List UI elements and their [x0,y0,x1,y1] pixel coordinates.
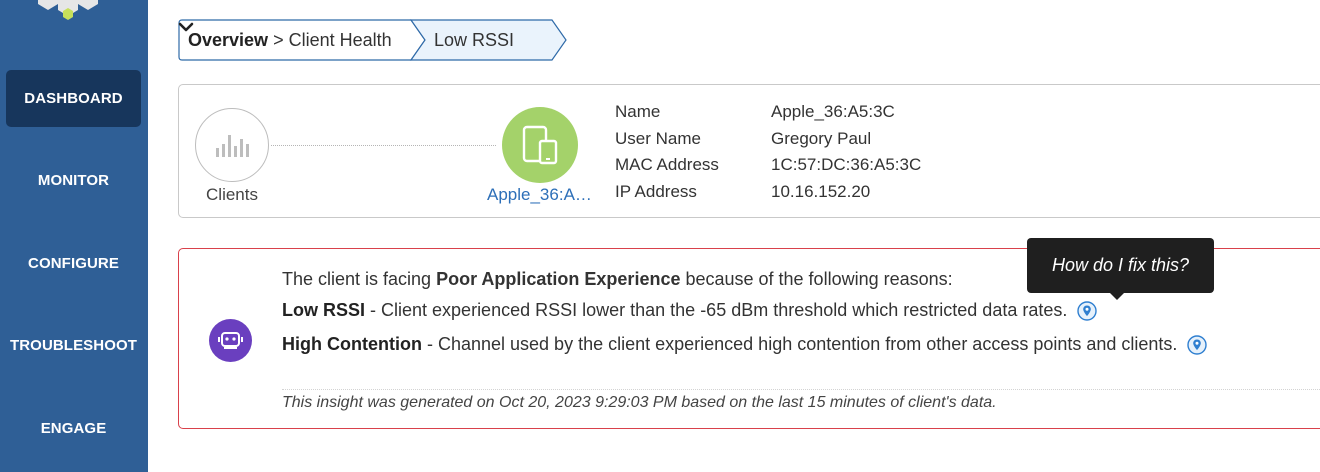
info-value-ip: 10.16.152.20 [771,182,871,201]
reason-dash: - [365,300,382,320]
chevron-down-icon[interactable] [178,19,194,35]
connector-line [271,145,496,146]
breadcrumb-separator: > [273,30,284,50]
sidebar: DASHBOARD MONITOR CONFIGURE TROUBLESHOOT… [0,0,148,472]
reason-title: High Contention [282,334,422,354]
nav-monitor[interactable]: MONITOR [6,152,141,209]
divider [282,389,1320,390]
robot-icon [218,332,243,349]
intro-bold: Poor Application Experience [436,269,681,289]
info-label-name: Name [615,102,661,121]
reason-dash: - [421,334,438,354]
logo-icon [38,0,98,20]
breadcrumb-current[interactable]: Low RSSI [434,19,514,61]
nav-dashboard[interactable]: DASHBOARD [6,70,141,127]
device-link[interactable]: Apple_36:A5:3C [487,185,597,205]
insight-intro: The client is facing Poor Application Ex… [282,269,953,290]
breadcrumb-client-health[interactable]: Client Health [289,30,392,50]
info-label-mac: MAC Address [615,155,719,174]
insight-footnote: This insight was generated on Oct 20, 20… [282,394,997,411]
bar-chart-icon [216,135,249,157]
info-label-username: User Name [615,129,701,148]
tooltip: How do I fix this? [1027,238,1214,293]
reason-text: Client experienced RSSI lower than the -… [381,300,1068,320]
reason-low-rssi: Low RSSI - Client experienced RSSI lower… [282,300,1098,321]
info-label-ip: IP Address [615,182,697,201]
info-value-username: Gregory Paul [771,129,872,148]
info-value-name: Apple_36:A5:3C [771,102,895,121]
nav-troubleshoot[interactable]: TROUBLESHOOT [6,317,141,374]
intro-prefix: The client is facing [282,269,437,289]
reason-high-contention: High Contention - Channel used by the cl… [282,334,1208,355]
devices-icon [522,125,558,165]
robot-avatar [209,319,252,362]
tooltip-arrow [1110,293,1124,300]
breadcrumb-path[interactable]: Overview > Client Health [188,19,392,61]
breadcrumb-overview[interactable]: Overview [188,30,268,50]
clients-node[interactable] [195,108,269,182]
clients-label: Clients [206,185,258,204]
info-value-mac: 1C:57:DC:36:A5:3C [771,155,922,174]
nav-configure[interactable]: CONFIGURE [6,235,141,292]
device-node[interactable] [502,107,578,183]
nav-engage[interactable]: ENGAGE [6,400,141,457]
client-card: Clients Apple_36:A5:3C Name Apple_36:A5:… [178,84,1320,218]
reason-text: Channel used by the client experienced h… [437,334,1178,354]
fix-hint-icon[interactable] [1077,300,1098,321]
reason-title: Low RSSI [282,300,366,320]
intro-suffix: because of the following reasons: [680,269,953,289]
fix-hint-icon[interactable] [1187,334,1208,355]
